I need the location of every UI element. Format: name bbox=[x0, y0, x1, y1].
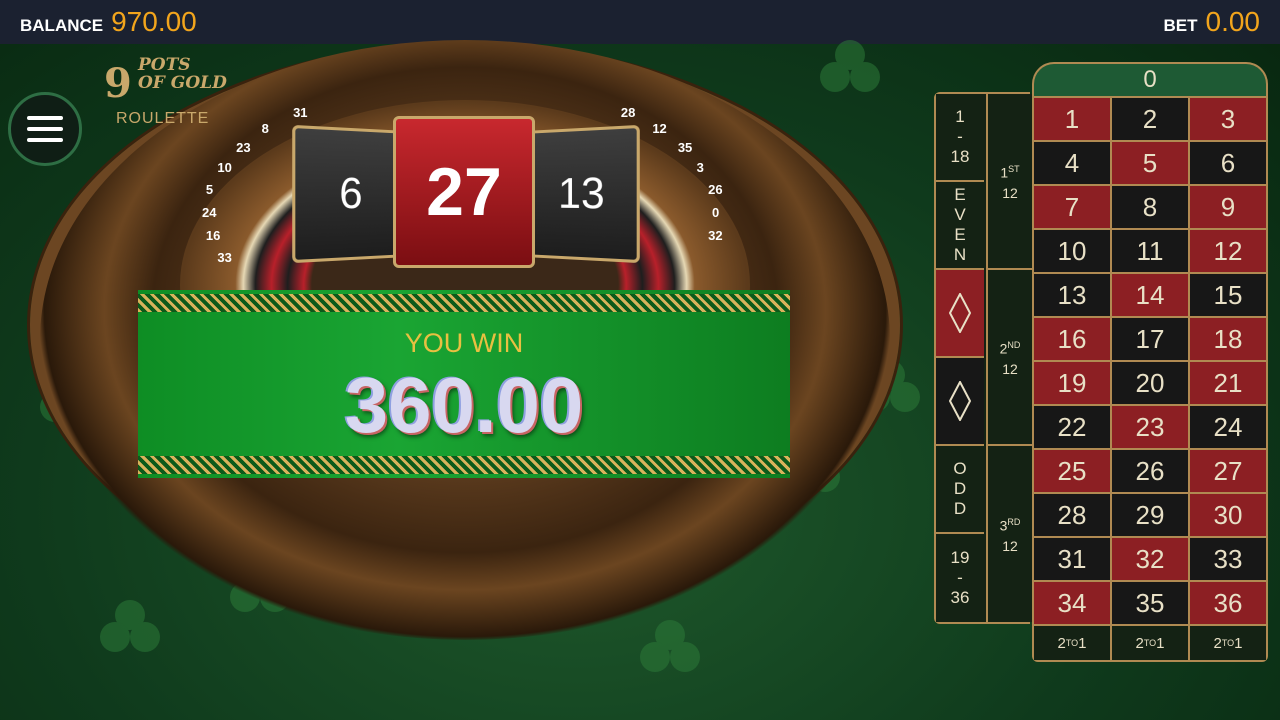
bet-dozen-3[interactable]: 3RD 12 bbox=[986, 446, 1032, 622]
bet-number-33[interactable]: 33 bbox=[1190, 538, 1266, 580]
bet-number-13[interactable]: 13 bbox=[1034, 274, 1110, 316]
wheel-pocket-number: 10 bbox=[217, 160, 232, 176]
black-diamond-icon bbox=[949, 381, 971, 421]
wheel-pocket-number: 8 bbox=[261, 121, 269, 137]
wheel-pocket-number: 23 bbox=[236, 139, 251, 155]
bet-number-36[interactable]: 36 bbox=[1190, 582, 1266, 624]
wheel-pocket-number: 0 bbox=[712, 205, 720, 220]
banner-border-top bbox=[138, 294, 790, 312]
bet-odd[interactable]: ODD bbox=[936, 446, 984, 534]
bet-number-16[interactable]: 16 bbox=[1034, 318, 1110, 360]
bet-number-14[interactable]: 14 bbox=[1112, 274, 1188, 316]
bet-dozen-1[interactable]: 1ST 12 bbox=[986, 94, 1032, 270]
bet-display: BET 0.00 bbox=[1164, 6, 1261, 38]
wheel-pocket-number: 12 bbox=[652, 121, 667, 137]
number-grid: 1 2 3 4 5 6 7 8 9 10 11 12 13 14 15 16 17 18 19 20 21 22 23 24 2… bbox=[1032, 96, 1268, 624]
bet-label: BET bbox=[1163, 16, 1198, 35]
bet-number-23[interactable]: 23 bbox=[1112, 406, 1188, 448]
bet-number-22[interactable]: 22 bbox=[1034, 406, 1110, 448]
bet-number-24[interactable]: 24 bbox=[1190, 406, 1266, 448]
bet-number-7[interactable]: 7 bbox=[1034, 186, 1110, 228]
clover-decoration bbox=[820, 40, 880, 100]
bet-black[interactable] bbox=[936, 358, 984, 446]
balance-label: BALANCE bbox=[20, 16, 104, 35]
red-diamond-icon bbox=[949, 293, 971, 333]
bet-number-29[interactable]: 29 bbox=[1112, 494, 1188, 536]
wheel-pocket-number: 26 bbox=[708, 182, 723, 198]
clover-decoration bbox=[640, 620, 700, 680]
wheel-pocket-number: 24 bbox=[202, 205, 217, 220]
bet-number-5[interactable]: 5 bbox=[1112, 142, 1188, 184]
bet-dozen-2[interactable]: 2ND 12 bbox=[986, 270, 1032, 446]
bet-even[interactable]: EVEN bbox=[936, 182, 984, 270]
bet-number-2[interactable]: 2 bbox=[1112, 98, 1188, 140]
clover-decoration bbox=[100, 600, 160, 660]
bet-value: 0.00 bbox=[1205, 6, 1261, 37]
bet-number-9[interactable]: 9 bbox=[1190, 186, 1266, 228]
bet-number-17[interactable]: 17 bbox=[1112, 318, 1188, 360]
bet-number-8[interactable]: 8 bbox=[1112, 186, 1188, 228]
wheel-pocket-number: 31 bbox=[293, 105, 308, 121]
top-bar: BALANCE 970.00 BET 0.00 bbox=[0, 0, 1280, 44]
bet-number-32[interactable]: 32 bbox=[1112, 538, 1188, 580]
bet-number-6[interactable]: 6 bbox=[1190, 142, 1266, 184]
wheel-pocket-number: 28 bbox=[620, 105, 636, 121]
bet-1-18[interactable]: 1-18 bbox=[936, 94, 984, 182]
balance-value: 970.00 bbox=[111, 6, 197, 37]
wheel-pocket-number: 16 bbox=[205, 227, 221, 243]
win-title: YOU WIN bbox=[404, 328, 524, 358]
balance-display: BALANCE 970.00 bbox=[20, 6, 197, 38]
hamburger-icon bbox=[27, 116, 63, 120]
bet-column-3[interactable]: 2 TO 1 bbox=[1190, 626, 1266, 660]
bet-number-30[interactable]: 30 bbox=[1190, 494, 1266, 536]
bet-number-4[interactable]: 4 bbox=[1034, 142, 1110, 184]
bet-number-34[interactable]: 34 bbox=[1034, 582, 1110, 624]
bet-number-25[interactable]: 25 bbox=[1034, 450, 1110, 492]
bet-number-15[interactable]: 15 bbox=[1190, 274, 1266, 316]
bet-number-19[interactable]: 19 bbox=[1034, 362, 1110, 404]
win-amount: 360.00 bbox=[344, 361, 584, 449]
wheel-pocket-number: 3 bbox=[696, 160, 704, 176]
bet-number-20[interactable]: 20 bbox=[1112, 362, 1188, 404]
bet-column-1[interactable]: 2 TO 1 bbox=[1034, 626, 1110, 660]
logo-pots: POTS OF GOLD bbox=[138, 55, 227, 93]
bet-number-27[interactable]: 27 bbox=[1190, 450, 1266, 492]
wheel-pocket-number: 32 bbox=[708, 227, 723, 243]
bet-number-3[interactable]: 3 bbox=[1190, 98, 1266, 140]
bet-column-2[interactable]: 2 TO 1 bbox=[1112, 626, 1188, 660]
winning-number-card: 27 bbox=[393, 116, 535, 268]
bet-number-21[interactable]: 21 bbox=[1190, 362, 1266, 404]
menu-button[interactable] bbox=[8, 92, 82, 166]
bet-number-31[interactable]: 31 bbox=[1034, 538, 1110, 580]
bet-red[interactable] bbox=[936, 270, 984, 358]
bet-number-12[interactable]: 12 bbox=[1190, 230, 1266, 272]
banner-border-bottom bbox=[138, 456, 790, 474]
bet-number-18[interactable]: 18 bbox=[1190, 318, 1266, 360]
game-logo: 9 POTS OF GOLD ROULETTE bbox=[100, 52, 230, 132]
previous-result-card: 6 bbox=[292, 124, 405, 264]
logo-subtitle: ROULETTE bbox=[116, 110, 210, 127]
bet-19-36[interactable]: 19-36 bbox=[936, 534, 984, 622]
bet-number-35[interactable]: 35 bbox=[1112, 582, 1188, 624]
bet-number-0[interactable]: 0 bbox=[1032, 62, 1268, 96]
bet-number-26[interactable]: 26 bbox=[1112, 450, 1188, 492]
win-banner: YOU WIN 360.00 bbox=[138, 290, 790, 478]
bet-number-28[interactable]: 28 bbox=[1034, 494, 1110, 536]
wheel-pocket-number: 35 bbox=[677, 139, 693, 155]
wheel-pocket-number: 33 bbox=[217, 249, 232, 265]
bet-number-1[interactable]: 1 bbox=[1034, 98, 1110, 140]
column-bets: 2 TO 1 2 TO 1 2 TO 1 bbox=[1032, 624, 1268, 662]
wheel-pocket-number: 5 bbox=[205, 182, 214, 198]
logo-nine: 9 bbox=[104, 60, 132, 107]
bet-number-10[interactable]: 10 bbox=[1034, 230, 1110, 272]
next-result-card: 13 bbox=[527, 124, 640, 264]
bet-number-11[interactable]: 11 bbox=[1112, 230, 1188, 272]
